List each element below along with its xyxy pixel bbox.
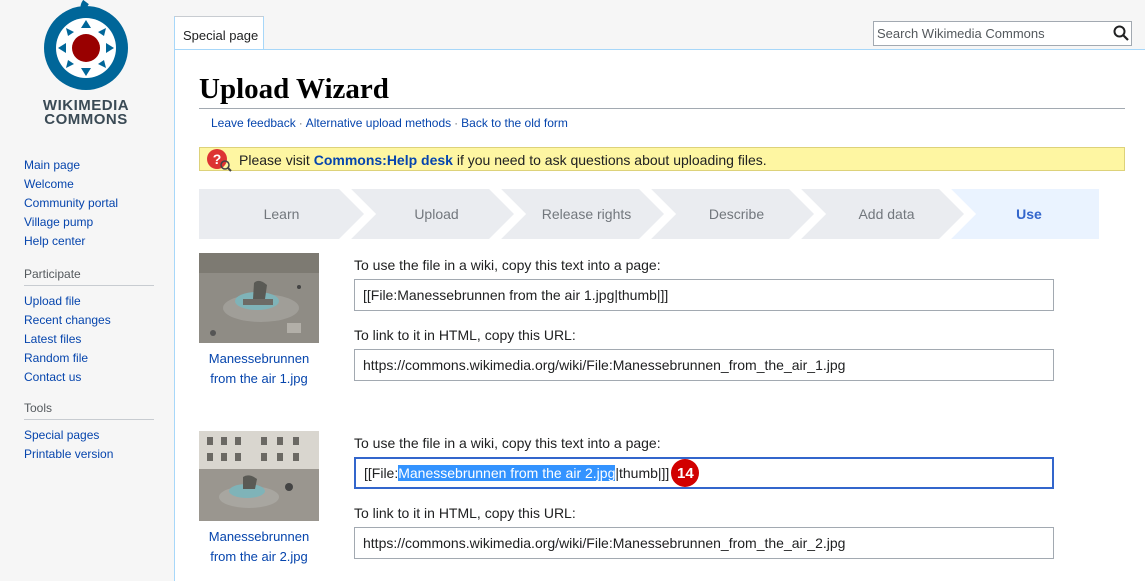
html-url-field-2[interactable]: https://commons.wikimedia.org/wiki/File:… <box>354 527 1054 559</box>
alternative-upload-methods-link[interactable]: Alternative upload methods <box>306 116 451 130</box>
help-question-icon: ? <box>207 149 232 172</box>
search-icon[interactable] <box>1112 24 1130 42</box>
sidebar: WIKIMEDIA COMMONS Main page Welcome Comm… <box>0 0 174 581</box>
wiki-text-field-2[interactable]: [[File: Manessebrunnen from the air 2.jpg… <box>354 457 1054 489</box>
nav-item-recent-changes[interactable]: Recent changes <box>24 311 154 330</box>
wiki-text-selection-2: Manessebrunnen from the air 2.jpg <box>398 465 616 481</box>
leave-feedback-link[interactable]: Leave feedback <box>211 116 296 130</box>
wiki-text-label-1: To use the file in a wiki, copy this tex… <box>354 257 661 273</box>
nav-item-main-page[interactable]: Main page <box>24 156 154 175</box>
nav-item-latest-files[interactable]: Latest files <box>24 330 154 349</box>
html-url-label-1: To link to it in HTML, copy this URL: <box>354 327 576 343</box>
file-thumbnail-1[interactable] <box>199 253 319 343</box>
nav-item-random-file[interactable]: Random file <box>24 349 154 368</box>
wiki-text-prefix-2: [[File: <box>364 465 399 481</box>
file-caption-1[interactable]: Manessebrunnen from the air 1.jpg <box>199 349 319 389</box>
step-upload: Upload <box>349 189 514 239</box>
nav-item-printable-version[interactable]: Printable version <box>24 445 154 464</box>
wiki-text-value-1: [[File:Manessebrunnen from the air 1.jpg… <box>363 287 669 303</box>
nav-item-community-portal[interactable]: Community portal <box>24 194 154 213</box>
html-url-value-2: https://commons.wikimedia.org/wiki/File:… <box>363 535 846 551</box>
file-thumbnail-2[interactable] <box>199 431 319 521</box>
wiki-text-suffix-2: |thumb|]] <box>615 465 670 481</box>
wizard-links: Leave feedback · Alternative upload method… <box>211 116 568 130</box>
file-caption-2[interactable]: Manessebrunnen from the air 2.jpg <box>199 527 319 567</box>
link-separator: · <box>454 116 459 130</box>
nav-item-village-pump[interactable]: Village pump <box>24 213 154 232</box>
step-use: Use <box>949 189 1099 239</box>
annotation-badge: 14 <box>671 459 700 487</box>
step-add-data: Add data <box>799 189 964 239</box>
html-url-label-2: To link to it in HTML, copy this URL: <box>354 505 576 521</box>
nav-heading-tools: Tools <box>24 401 154 420</box>
step-release-rights: Release rights <box>499 189 664 239</box>
nav-item-help-center[interactable]: Help center <box>24 232 154 251</box>
nav-portal-participate: Participate Upload file Recent changes L… <box>24 267 154 387</box>
main-content: Upload Wizard Leave feedback · Alternative… <box>174 49 1145 581</box>
search-input[interactable] <box>877 24 1102 43</box>
nav-heading-participate: Participate <box>24 267 154 286</box>
title-divider <box>199 108 1125 109</box>
html-url-field-1[interactable]: https://commons.wikimedia.org/wiki/File:… <box>354 349 1054 381</box>
step-learn: Learn <box>199 189 364 239</box>
nav-item-upload-file[interactable]: Upload file <box>24 292 154 311</box>
search-box <box>873 21 1132 46</box>
nav-item-special-pages[interactable]: Special pages <box>24 426 154 445</box>
help-desk-link[interactable]: Commons:Help desk <box>314 152 453 168</box>
wizard-steps: Learn Upload Release rights Describe Add… <box>199 189 1099 239</box>
nav-item-welcome[interactable]: Welcome <box>24 175 154 194</box>
tab-special-page[interactable]: Special page <box>174 16 264 50</box>
svg-text:?: ? <box>213 151 222 167</box>
wiki-text-label-2: To use the file in a wiki, copy this tex… <box>354 435 661 451</box>
html-url-value-1: https://commons.wikimedia.org/wiki/File:… <box>363 357 846 373</box>
step-describe: Describe <box>649 189 814 239</box>
nav-portal-tools: Tools Special pages Printable version <box>24 401 154 464</box>
link-separator: · <box>298 116 303 130</box>
nav-item-contact-us[interactable]: Contact us <box>24 368 154 387</box>
back-to-old-form-link[interactable]: Back to the old form <box>461 116 568 130</box>
notice-text: Please visit Commons:Help desk if you ne… <box>239 152 767 168</box>
tab-special-page-label: Special page <box>183 28 259 43</box>
wiki-text-field-1[interactable]: [[File:Manessebrunnen from the air 1.jpg… <box>354 279 1054 311</box>
nav-portal-main: Main page Welcome Community portal Villa… <box>24 156 154 251</box>
help-notice: ? Please visit Commons:Help desk if you … <box>199 147 1125 172</box>
page-title: Upload Wizard <box>199 73 389 105</box>
logo-text-commons: COMMONS <box>44 111 128 128</box>
